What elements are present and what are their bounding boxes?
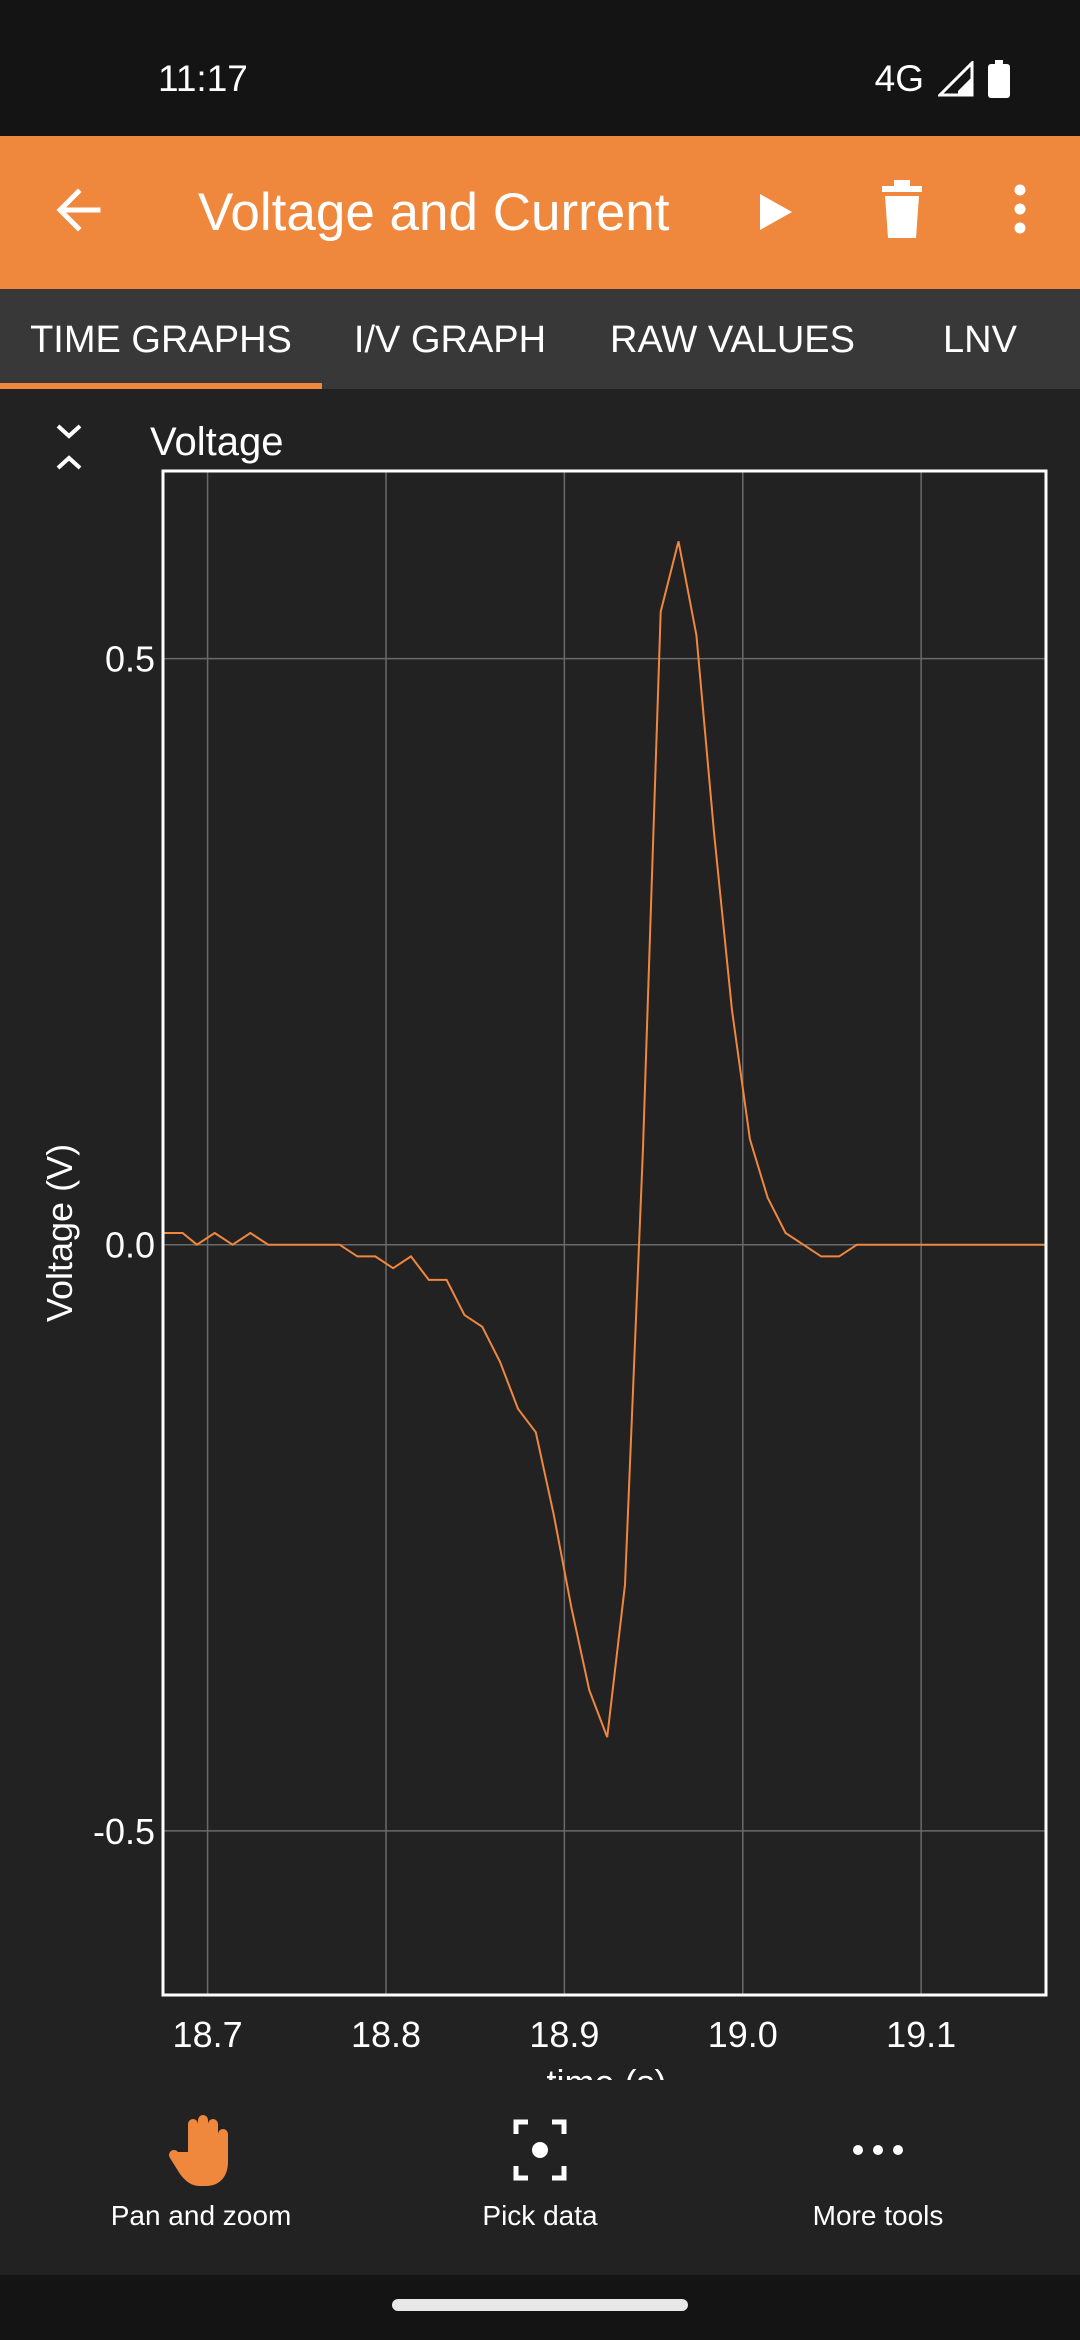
home-gesture-handle[interactable] <box>392 2299 688 2311</box>
more-tools-label: More tools <box>812 2200 944 2231</box>
tab-bar: TIME GRAPHS I/V GRAPH RAW VALUES LNV <box>0 289 1080 389</box>
arrow-back-icon[interactable] <box>50 180 110 240</box>
pan-zoom-button[interactable]: Pan and zoom <box>71 2080 331 2232</box>
graph-title: Voltage <box>150 420 284 464</box>
focus-point-icon <box>513 2119 567 2181</box>
voltage-series-line <box>163 541 1046 1738</box>
x-tick-label: 18.7 <box>173 2014 243 2055</box>
y-tick-label: 0.0 <box>105 1225 155 1266</box>
chart-grid <box>163 471 1046 1995</box>
more-tools-button[interactable]: More tools <box>748 2080 1008 2232</box>
app-bar: Voltage and Current <box>0 136 1080 289</box>
y-tick-label: 0.5 <box>105 639 155 680</box>
x-tick-label: 19.1 <box>886 2014 956 2055</box>
more-vert-icon[interactable] <box>1005 178 1035 240</box>
x-tick-label: 18.9 <box>529 2014 599 2055</box>
plot-frame <box>161 469 1048 1997</box>
tab-iv-graph[interactable]: I/V GRAPH <box>330 289 570 389</box>
y-tick-label: -0.5 <box>93 1811 155 1852</box>
x-tick-label: 19.0 <box>708 2014 778 2055</box>
battery-icon <box>988 60 1010 98</box>
signal-icon <box>938 61 974 97</box>
status-bar: 11:17 4G <box>0 0 1080 136</box>
y-axis-label: Voltage (V) <box>39 1144 80 1322</box>
y-tick-labels: 0.5 0.0 -0.5 <box>93 639 155 1852</box>
more-horiz-icon <box>853 2145 903 2155</box>
pick-data-button[interactable]: Pick data <box>410 2080 670 2232</box>
status-time: 11:17 <box>158 58 248 99</box>
pan-zoom-label: Pan and zoom <box>110 2200 292 2231</box>
x-tick-label: 18.8 <box>351 2014 421 2055</box>
tab-lnv[interactable]: LNV <box>910 289 1050 389</box>
play-icon[interactable] <box>748 182 802 242</box>
x-tick-labels: 18.7 18.8 18.9 19.0 19.1 <box>173 2014 957 2055</box>
tab-raw-values[interactable]: RAW VALUES <box>600 289 865 389</box>
hand-icon <box>169 2115 228 2186</box>
page-title: Voltage and Current <box>198 183 670 242</box>
voltage-chart[interactable]: 0.5 0.0 -0.5 18.7 18.8 18.9 19.0 19.1 Voltage … <box>0 460 1080 2080</box>
status-icons: 4G <box>875 58 1010 100</box>
network-type: 4G <box>874 58 924 99</box>
tab-time-graphs[interactable]: TIME GRAPHS <box>0 289 322 389</box>
bottom-toolbar: Pan and zoom Pick data More tools <box>0 2080 1080 2275</box>
x-axis-label: time (s) <box>547 2062 667 2080</box>
pick-data-label: Pick data <box>482 2200 598 2231</box>
system-nav-bar <box>0 2275 1080 2340</box>
trash-icon[interactable] <box>876 178 928 240</box>
